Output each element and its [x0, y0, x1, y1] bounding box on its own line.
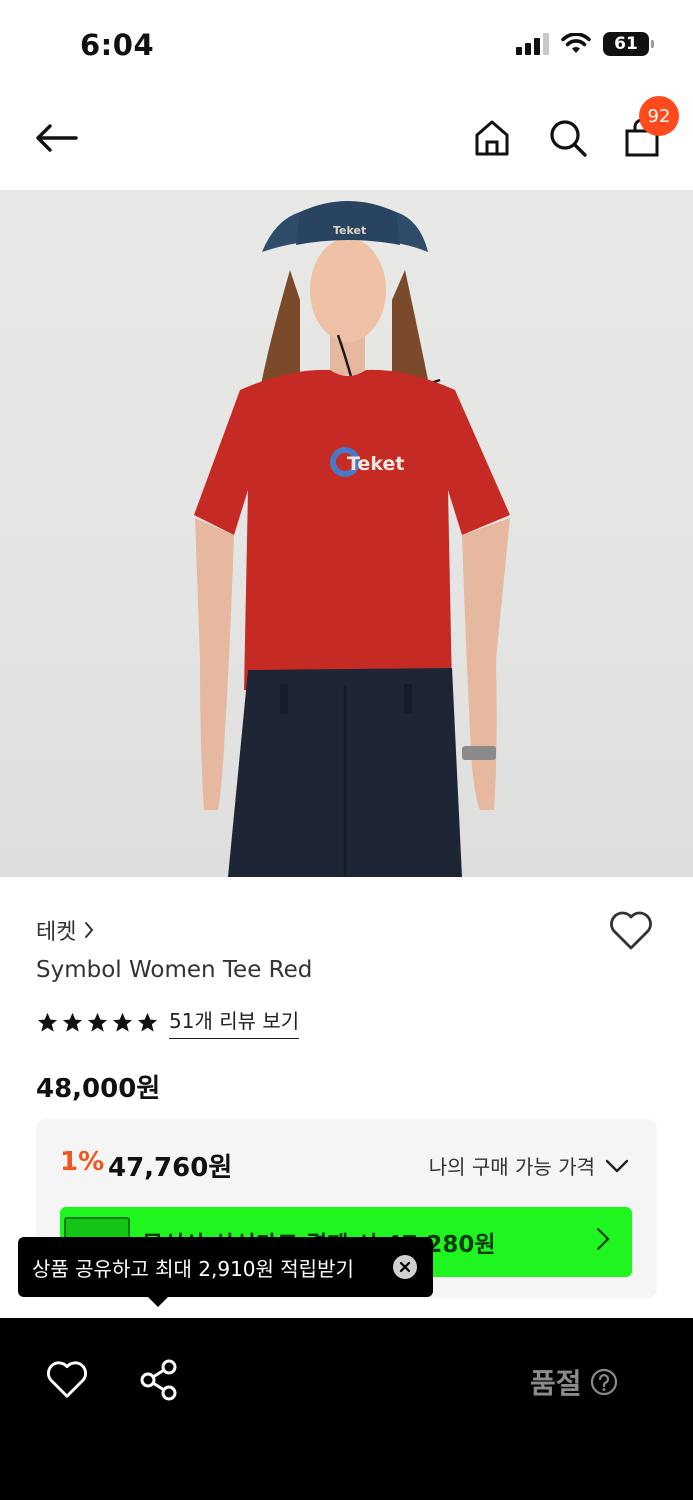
cart-count-badge: 92	[639, 96, 679, 136]
arrow-left-icon	[36, 124, 78, 152]
share-button[interactable]	[138, 1358, 180, 1402]
search-button[interactable]	[542, 110, 594, 166]
battery-indicator: 61	[603, 32, 654, 56]
my-price-toggle[interactable]: 나의 구매 가능 가격	[429, 1151, 629, 1180]
soldout-status: 품절	[530, 1362, 618, 1402]
star-rating	[36, 1011, 159, 1034]
star-icon	[37, 1012, 58, 1032]
close-icon	[399, 1261, 411, 1273]
heart-icon	[610, 911, 652, 950]
wishlist-button[interactable]	[608, 910, 658, 958]
status-time: 6:04	[80, 28, 155, 62]
chevron-right-icon	[596, 1227, 610, 1251]
product-photo: Teket Teket	[194, 201, 510, 877]
back-button[interactable]	[30, 112, 82, 164]
star-icon	[87, 1012, 108, 1032]
product-name: Symbol Women Tee Red	[36, 957, 313, 983]
rating-row: 51개 리뷰 보기	[36, 1005, 300, 1039]
product-image[interactable]: Teket Teket	[0, 190, 693, 877]
top-nav	[0, 90, 693, 190]
tooltip-close-button[interactable]	[393, 1255, 417, 1279]
share-icon	[140, 1359, 177, 1401]
tooltip-text: 상품 공유하고 최대 2,910원 적립받기	[32, 1256, 354, 1281]
wifi-icon	[561, 33, 591, 53]
chevron-down-icon	[605, 1159, 629, 1172]
share-reward-tooltip: 상품 공유하고 최대 2,910원 적립받기	[18, 1237, 433, 1297]
star-icon	[62, 1012, 83, 1032]
brand-name: 테켓	[36, 920, 77, 945]
my-price-label: 나의 구매 가능 가격	[428, 1155, 595, 1179]
star-icon	[112, 1012, 133, 1032]
home-icon	[475, 120, 509, 156]
star-icon	[137, 1012, 158, 1032]
chevron-right-icon	[85, 922, 94, 938]
battery-level: 61	[614, 34, 638, 54]
tooltip-arrow	[147, 1296, 169, 1307]
question-circle-icon[interactable]	[590, 1368, 618, 1396]
review-link[interactable]: 51개 리뷰 보기	[169, 1005, 300, 1039]
original-price: 48,000원	[36, 1074, 161, 1104]
home-button[interactable]	[466, 110, 518, 166]
bottom-action-bar: 품절	[0, 1318, 693, 1500]
svg-text:Teket: Teket	[333, 224, 366, 237]
bottom-wishlist-button[interactable]	[45, 1360, 89, 1400]
brand-link[interactable]: 테켓	[36, 914, 94, 946]
cellular-signal-icon	[516, 33, 549, 55]
search-icon	[550, 120, 587, 157]
discount-price: 47,760원	[108, 1153, 233, 1183]
status-bar: 6:04 61	[0, 0, 693, 90]
status-icons: 61	[516, 32, 654, 56]
heart-icon	[47, 1361, 87, 1398]
soldout-label: 품절	[530, 1367, 582, 1400]
svg-text:Teket: Teket	[347, 453, 404, 475]
discount-rate: 1%	[60, 1147, 105, 1177]
